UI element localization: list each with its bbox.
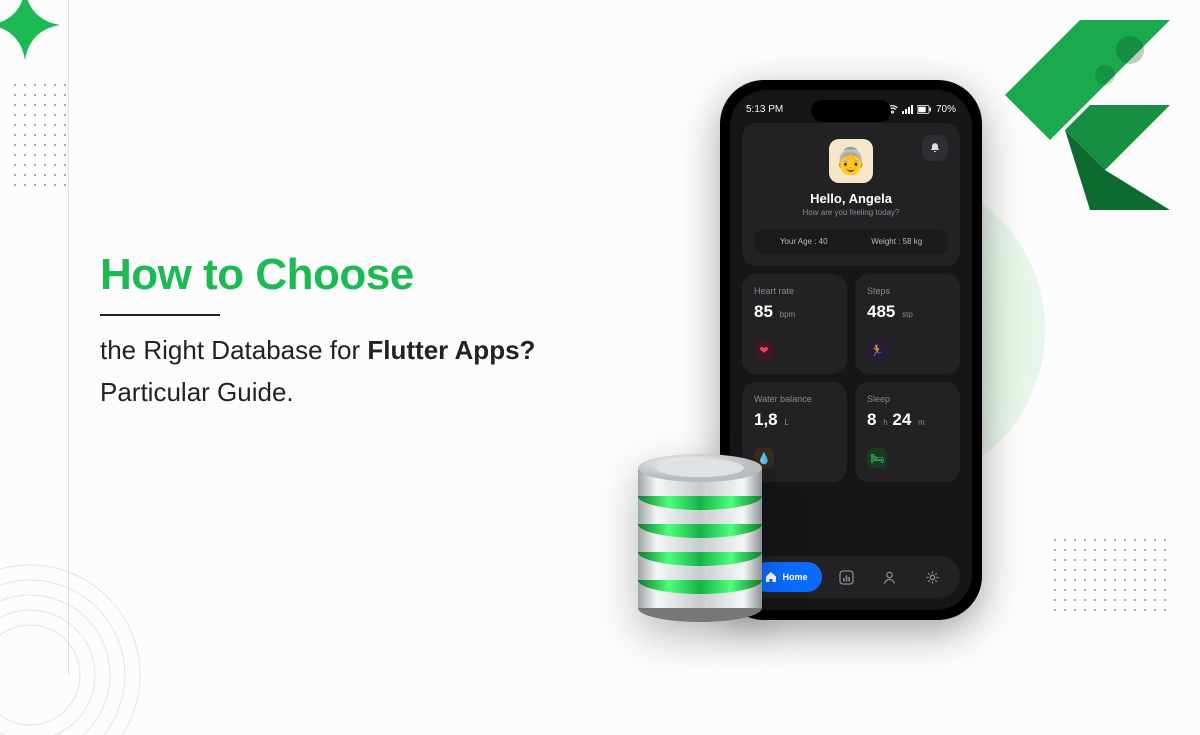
bed-icon: 🛏 — [867, 448, 887, 468]
water-unit: L — [784, 418, 788, 427]
headline-line2-bold: Flutter Apps? — [367, 335, 535, 365]
sleep-h-unit: h — [883, 418, 887, 427]
metric-value: 485 stp — [867, 302, 948, 322]
metric-heart[interactable]: Heart rate 85 bpm ❤ — [742, 274, 847, 374]
steps-value: 485 — [867, 302, 895, 321]
flutter-logo-icon — [990, 20, 1170, 210]
signal-icon — [902, 105, 913, 114]
heart-value: 85 — [754, 302, 773, 321]
steps-unit: stp — [902, 310, 913, 319]
avatar[interactable]: 👵 — [829, 139, 873, 183]
battery-icon — [917, 105, 932, 114]
phone-notch — [811, 100, 891, 122]
greeting-text: Hello, Angela — [754, 191, 948, 206]
dot-grid-top-left — [10, 80, 70, 190]
dot-grid-bottom-right — [1050, 535, 1170, 615]
metric-value: 85 bpm — [754, 302, 835, 322]
weight-label: Weight : 58 kg — [871, 237, 922, 246]
headline-primary: How to Choose — [100, 250, 620, 300]
metric-label: Water balance — [754, 394, 835, 404]
profile-card: 👵 Hello, Angela How are you feeling toda… — [742, 123, 960, 266]
database-icon — [620, 440, 780, 630]
headline-secondary: the Right Database for Flutter Apps? Par… — [100, 330, 620, 413]
heart-icon: ❤ — [754, 340, 774, 360]
gear-icon — [925, 570, 940, 585]
greeting-subtext: How are you feeling today? — [754, 208, 948, 217]
star-icon — [0, 0, 60, 60]
user-icon — [882, 570, 897, 585]
headline-line3: Particular Guide. — [100, 377, 294, 407]
headline-underline — [100, 314, 220, 316]
water-value: 1,8 — [754, 410, 778, 429]
arc-decoration — [0, 535, 170, 735]
metric-label: Sleep — [867, 394, 948, 404]
nav-home-label: Home — [782, 572, 807, 582]
running-icon: 🏃 — [867, 340, 887, 360]
metric-value: 8 h 24 m — [867, 410, 948, 430]
age-label: Your Age : 40 — [780, 237, 828, 246]
status-right: 70% — [887, 104, 956, 115]
metric-label: Steps — [867, 286, 948, 296]
nav-stats[interactable] — [829, 562, 865, 592]
chart-icon — [839, 570, 854, 585]
metric-sleep[interactable]: Sleep 8 h 24 m 🛏 — [855, 382, 960, 482]
profile-info-strip: Your Age : 40 Weight : 58 kg — [754, 229, 948, 254]
bell-icon — [929, 142, 941, 154]
metric-label: Heart rate — [754, 286, 835, 296]
heart-unit: bpm — [780, 310, 796, 319]
nav-profile[interactable] — [872, 562, 908, 592]
headline-block: How to Choose the Right Database for Flu… — [100, 250, 620, 413]
sleep-m-unit: m — [918, 418, 925, 427]
battery-pct: 70% — [936, 104, 956, 115]
sleep-hours: 8 — [867, 410, 876, 429]
nav-settings[interactable] — [915, 562, 951, 592]
sleep-minutes: 24 — [892, 410, 911, 429]
notification-button[interactable] — [922, 135, 948, 161]
metric-value: 1,8 L — [754, 410, 835, 430]
status-time: 5:13 PM — [746, 104, 783, 115]
headline-line2-prefix: the Right Database for — [100, 335, 367, 365]
metric-steps[interactable]: Steps 485 stp 🏃 — [855, 274, 960, 374]
